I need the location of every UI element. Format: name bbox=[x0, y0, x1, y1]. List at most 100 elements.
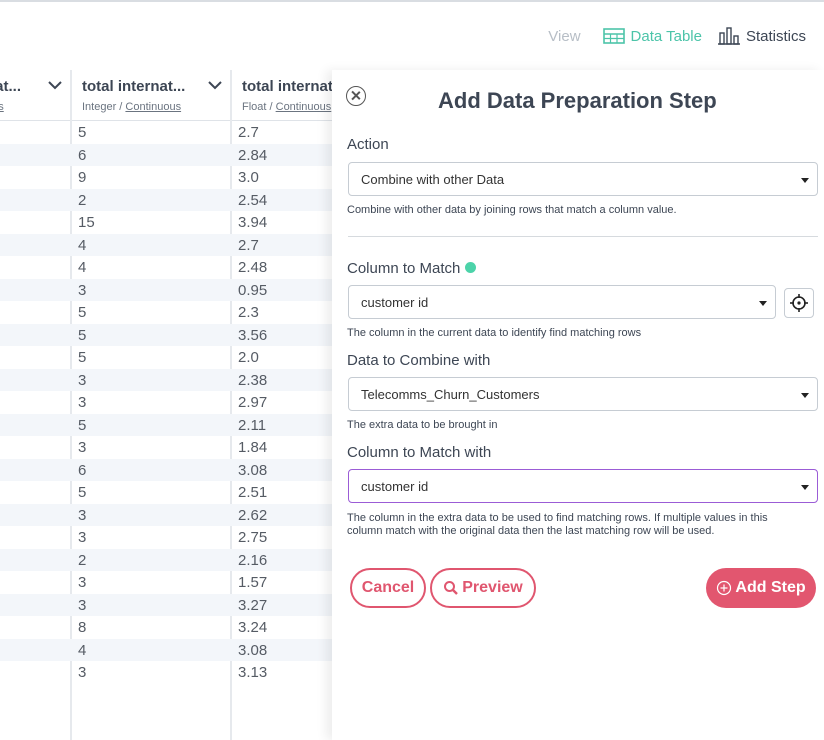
action-select[interactable]: Combine with other Data bbox=[348, 162, 818, 196]
column-to-match-with-value: customer id bbox=[361, 479, 429, 494]
caret-down-icon bbox=[801, 485, 809, 490]
table-row: 3 1.57 bbox=[0, 571, 332, 594]
table-cell: 4 bbox=[78, 259, 87, 276]
action-help: Combine with other data by joining rows … bbox=[347, 204, 677, 216]
table-cell: 2.16 bbox=[238, 551, 268, 569]
table-row: 2 2.16 bbox=[0, 548, 332, 571]
column-to-match-label: Column to Match bbox=[347, 260, 477, 277]
caret-down-icon bbox=[801, 393, 809, 398]
close-icon[interactable] bbox=[346, 86, 366, 106]
table-cell: 3.0 bbox=[238, 169, 259, 186]
table-cell: 3 bbox=[78, 506, 87, 524]
cancel-label: Cancel bbox=[361, 579, 415, 596]
data-table-label: Data Table bbox=[630, 27, 702, 45]
column-header[interactable]: total internat... Integer / Continuous bbox=[72, 70, 230, 121]
table-cell: 3 bbox=[78, 529, 87, 546]
table-cell: 3.27 bbox=[238, 596, 268, 614]
top-border bbox=[0, 0, 824, 2]
column-type-kind: Continuous bbox=[275, 101, 332, 113]
view-switcher: View Data Table Statistics bbox=[548, 24, 806, 48]
table-cell: 3 bbox=[78, 596, 87, 614]
table-cell: 5 bbox=[78, 304, 87, 321]
table-cell: 1.57 bbox=[238, 574, 268, 591]
table-cell: 3.94 bbox=[238, 214, 268, 231]
table-cell: 8 bbox=[78, 619, 87, 636]
plus-circle-icon bbox=[717, 580, 732, 596]
table-row: 3 2.38 bbox=[0, 368, 332, 391]
table-cell: 3 bbox=[78, 394, 87, 411]
table-cell: 4 bbox=[78, 236, 87, 254]
data-to-combine-select[interactable]: Telecomms_Churn_Customers bbox=[348, 377, 818, 411]
table-row: 2 2.54 bbox=[0, 188, 332, 211]
table-row: 6 3.08 bbox=[0, 458, 332, 481]
table-row: 3 2.75 bbox=[0, 526, 332, 549]
table-cell: 3 bbox=[78, 371, 87, 389]
cancel-button[interactable]: Cancel bbox=[350, 568, 426, 608]
table-row: 5 2.3 bbox=[0, 301, 332, 324]
table-row: 9 3.0 bbox=[0, 166, 332, 189]
table-cell: 6 bbox=[78, 146, 87, 164]
column-to-match-select[interactable]: customer id bbox=[348, 285, 776, 319]
action-label: Action bbox=[347, 136, 389, 153]
data-to-combine-help: The extra data to be brought in bbox=[347, 419, 498, 431]
add-step-label: Add Step bbox=[735, 579, 806, 596]
data-table: nat... ous total internat... Integer / C… bbox=[0, 70, 332, 740]
crosshair-picker-button[interactable] bbox=[784, 288, 814, 318]
chevron-down-icon[interactable] bbox=[208, 80, 222, 90]
column-type: ous bbox=[0, 101, 4, 113]
preview-button[interactable]: Preview bbox=[430, 568, 536, 608]
column-type-kind: Continuous bbox=[125, 101, 182, 113]
table-cell: 3.56 bbox=[238, 326, 268, 344]
table-cell: 3.24 bbox=[238, 619, 268, 636]
column-to-match-help: The column in the current data to identi… bbox=[347, 327, 642, 339]
bar-chart-icon bbox=[717, 27, 740, 45]
table-row: 3 3.27 bbox=[0, 593, 332, 616]
column-to-match-with-help: The column in the extra data to be used … bbox=[347, 512, 768, 537]
table-cell: 2.62 bbox=[238, 506, 268, 524]
column-to-match-value: customer id bbox=[361, 295, 429, 310]
caret-down-icon bbox=[801, 178, 809, 183]
chevron-down-icon[interactable] bbox=[48, 80, 62, 90]
panel-title: Add Data Preparation Step bbox=[438, 88, 717, 113]
table-row: 3 2.97 bbox=[0, 391, 332, 414]
table-row: 8 3.24 bbox=[0, 616, 332, 639]
view-label: View bbox=[548, 27, 581, 45]
table-cell: 2.7 bbox=[238, 124, 259, 141]
add-step-panel: Add Data Preparation Step Action Combine… bbox=[332, 70, 824, 740]
table-cell: 2.97 bbox=[238, 394, 268, 411]
table-cell: 3 bbox=[78, 281, 87, 299]
search-icon bbox=[444, 581, 459, 595]
preview-label: Preview bbox=[462, 579, 523, 596]
statistics-label: Statistics bbox=[745, 27, 806, 45]
table-cell: 2.0 bbox=[238, 349, 259, 366]
table-body: 5 2.7 6 2.84 9 3.0 2 2.54 15 3.94 4 2.7 4 2.48 3 0.95 5 2… bbox=[0, 121, 332, 684]
table-cell: 2 bbox=[78, 551, 87, 569]
crosshair-icon bbox=[790, 294, 808, 312]
column-type-base: Float / bbox=[242, 101, 276, 113]
column-header[interactable]: total internat Float / Continuous bbox=[232, 70, 332, 121]
table-cell: 5 bbox=[78, 416, 87, 434]
table-row: 3 1.84 bbox=[0, 436, 332, 459]
table-cell: 3 bbox=[78, 664, 87, 681]
statistics-view-button[interactable]: Statistics bbox=[717, 27, 806, 45]
table-row: 5 2.0 bbox=[0, 346, 332, 369]
table-cell: 2.11 bbox=[238, 416, 267, 434]
table-row: 5 2.7 bbox=[0, 121, 332, 144]
add-step-button[interactable]: Add Step bbox=[706, 568, 816, 608]
data-to-combine-label: Data to Combine with bbox=[347, 352, 491, 369]
table-row: 5 2.11 bbox=[0, 413, 332, 436]
column-name: total internat... bbox=[82, 78, 186, 95]
table-cell: 5 bbox=[78, 326, 87, 344]
data-table-view-button[interactable]: Data Table bbox=[602, 27, 702, 45]
column-to-match-with-label: Column to Match with bbox=[347, 444, 492, 461]
table-cell: 2.54 bbox=[238, 191, 268, 209]
table-cell: 5 bbox=[78, 124, 87, 141]
column-to-match-with-select[interactable]: customer id bbox=[348, 469, 818, 503]
table-row: 3 2.62 bbox=[0, 503, 332, 526]
column-type: Float / Continuous bbox=[242, 101, 331, 113]
column-header[interactable]: nat... ous bbox=[0, 70, 70, 121]
table-row: 3 3.13 bbox=[0, 661, 332, 684]
column-name: nat... bbox=[0, 78, 22, 95]
table-cell: 2.3 bbox=[238, 304, 259, 321]
table-cell: 2.75 bbox=[238, 529, 268, 546]
